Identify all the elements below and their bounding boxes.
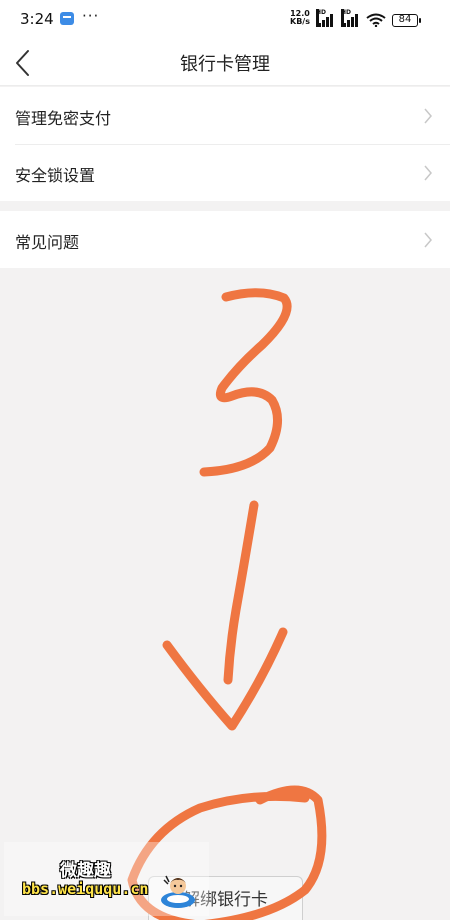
signal-strength-icon-2: HD — [341, 9, 361, 27]
watermark-url: bbs.weiququ.cn — [22, 880, 149, 898]
menu-item-label: 管理免密支付 — [15, 109, 112, 128]
annotation-arrow-shaft — [223, 500, 259, 685]
wifi-icon — [366, 13, 386, 27]
settings-group: 管理免密支付 安全锁设置 — [0, 87, 450, 201]
page-title: 银行卡管理 — [180, 54, 270, 75]
network-speed: 12.0 KB/s — [290, 10, 310, 26]
battery-icon: 84 — [392, 14, 421, 27]
message-app-icon — [60, 12, 74, 25]
watermark-name: 微趣趣 — [60, 861, 111, 881]
chevron-right-icon — [424, 232, 432, 248]
mascot-icon — [161, 875, 195, 908]
status-time: 3:24 — [20, 10, 54, 28]
chevron-right-icon — [424, 108, 432, 124]
annotation-number-3 — [199, 288, 292, 477]
menu-item-faq[interactable]: 常见问题 — [0, 211, 450, 268]
watermark: 微趣趣 bbs.weiququ.cn — [4, 842, 209, 916]
status-bar: 3:24 ··· 12.0 KB/s HD HD 84 — [0, 0, 450, 40]
back-arrow-icon — [16, 50, 29, 76]
nav-bar: 银行卡管理 — [0, 40, 450, 86]
back-button[interactable] — [6, 44, 42, 82]
annotation-arrow-head — [162, 627, 288, 731]
menu-item-label: 安全锁设置 — [15, 166, 96, 185]
menu-item-security-lock[interactable]: 安全锁设置 — [0, 144, 450, 201]
signal-strength-icon: HD — [316, 9, 336, 27]
help-group: 常见问题 — [0, 211, 450, 268]
network-speed-unit: KB/s — [290, 17, 310, 26]
more-notifications-icon: ··· — [82, 7, 100, 25]
menu-item-label: 常见问题 — [15, 233, 80, 252]
menu-item-password-free-payment[interactable]: 管理免密支付 — [0, 87, 450, 144]
chevron-right-icon — [424, 165, 432, 181]
